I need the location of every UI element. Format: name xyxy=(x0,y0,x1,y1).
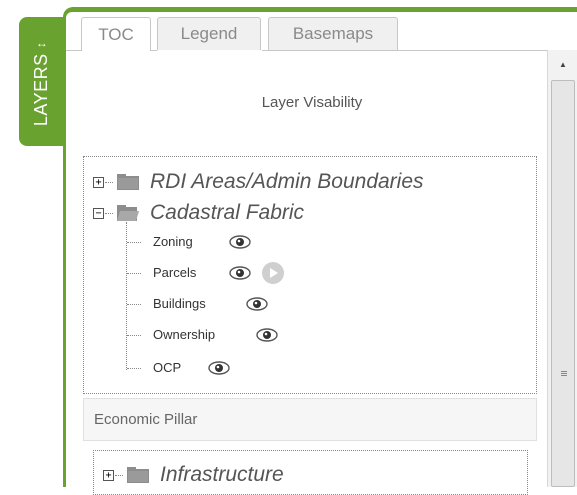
tree-group-label: Cadastral Fabric xyxy=(150,201,305,224)
tab-basemaps[interactable]: Basemaps xyxy=(268,17,398,50)
tree-connector xyxy=(127,304,141,305)
panel-heading: Layer Visability xyxy=(261,94,363,111)
tab-toc[interactable]: TOC xyxy=(81,17,151,51)
tree-connector xyxy=(115,474,123,476)
tree-group-rdi[interactable]: + RDI Areas/Admin Boundaries xyxy=(93,170,424,194)
layer-zoning-label[interactable]: Zoning xyxy=(153,234,193,249)
grip-line xyxy=(561,375,567,376)
tree-connector xyxy=(105,181,113,183)
tree-group-infrastructure[interactable]: + Infrastructure xyxy=(103,463,284,487)
play-icon[interactable] xyxy=(262,262,284,284)
tab-divider-gap xyxy=(151,50,157,51)
eye-icon[interactable] xyxy=(229,266,251,280)
layer-buildings-label[interactable]: Buildings xyxy=(153,296,206,311)
layer-parcels-label[interactable]: Parcels xyxy=(153,265,196,280)
tree-connector xyxy=(127,335,141,336)
folder-closed-icon xyxy=(117,174,139,190)
eye-icon[interactable] xyxy=(256,328,278,342)
tree-group-label: Infrastructure xyxy=(160,463,284,486)
eye-icon[interactable] xyxy=(208,361,230,375)
tree-connector xyxy=(127,368,141,369)
layers-tab-label: LAYERS xyxy=(31,53,52,127)
tree-branch-line xyxy=(126,222,127,370)
expand-icon[interactable]: + xyxy=(93,176,104,188)
vertical-scrollbar[interactable]: ▲ xyxy=(547,50,577,487)
eye-icon[interactable] xyxy=(229,235,251,249)
folder-open-icon xyxy=(117,205,139,221)
section-economic-pillar-header[interactable]: Economic Pillar xyxy=(83,398,537,441)
grip-line xyxy=(561,373,567,374)
tree-connector xyxy=(105,212,113,214)
tree-group-label: RDI Areas/Admin Boundaries xyxy=(150,170,424,193)
layers-side-tab[interactable]: LAYERS ↔ xyxy=(19,17,64,146)
resize-arrows-icon: ↔ xyxy=(35,36,48,51)
scroll-up-arrow-icon[interactable]: ▲ xyxy=(548,50,577,78)
layer-ownership-label[interactable]: Ownership xyxy=(153,327,215,342)
tree-connector xyxy=(127,242,141,243)
collapse-icon[interactable]: − xyxy=(93,207,104,219)
tab-divider xyxy=(262,50,577,51)
tab-legend[interactable]: Legend xyxy=(157,17,261,50)
layer-ocp-label[interactable]: OCP xyxy=(153,360,181,375)
grip-line xyxy=(561,371,567,372)
scroll-thumb[interactable] xyxy=(551,80,575,487)
tree-group-cadastral[interactable]: − Cadastral Fabric xyxy=(93,201,304,225)
eye-icon[interactable] xyxy=(246,297,268,311)
tab-divider-left xyxy=(66,50,81,51)
tree-connector xyxy=(127,273,141,274)
folder-closed-icon xyxy=(127,467,149,483)
expand-icon[interactable]: + xyxy=(103,469,114,481)
